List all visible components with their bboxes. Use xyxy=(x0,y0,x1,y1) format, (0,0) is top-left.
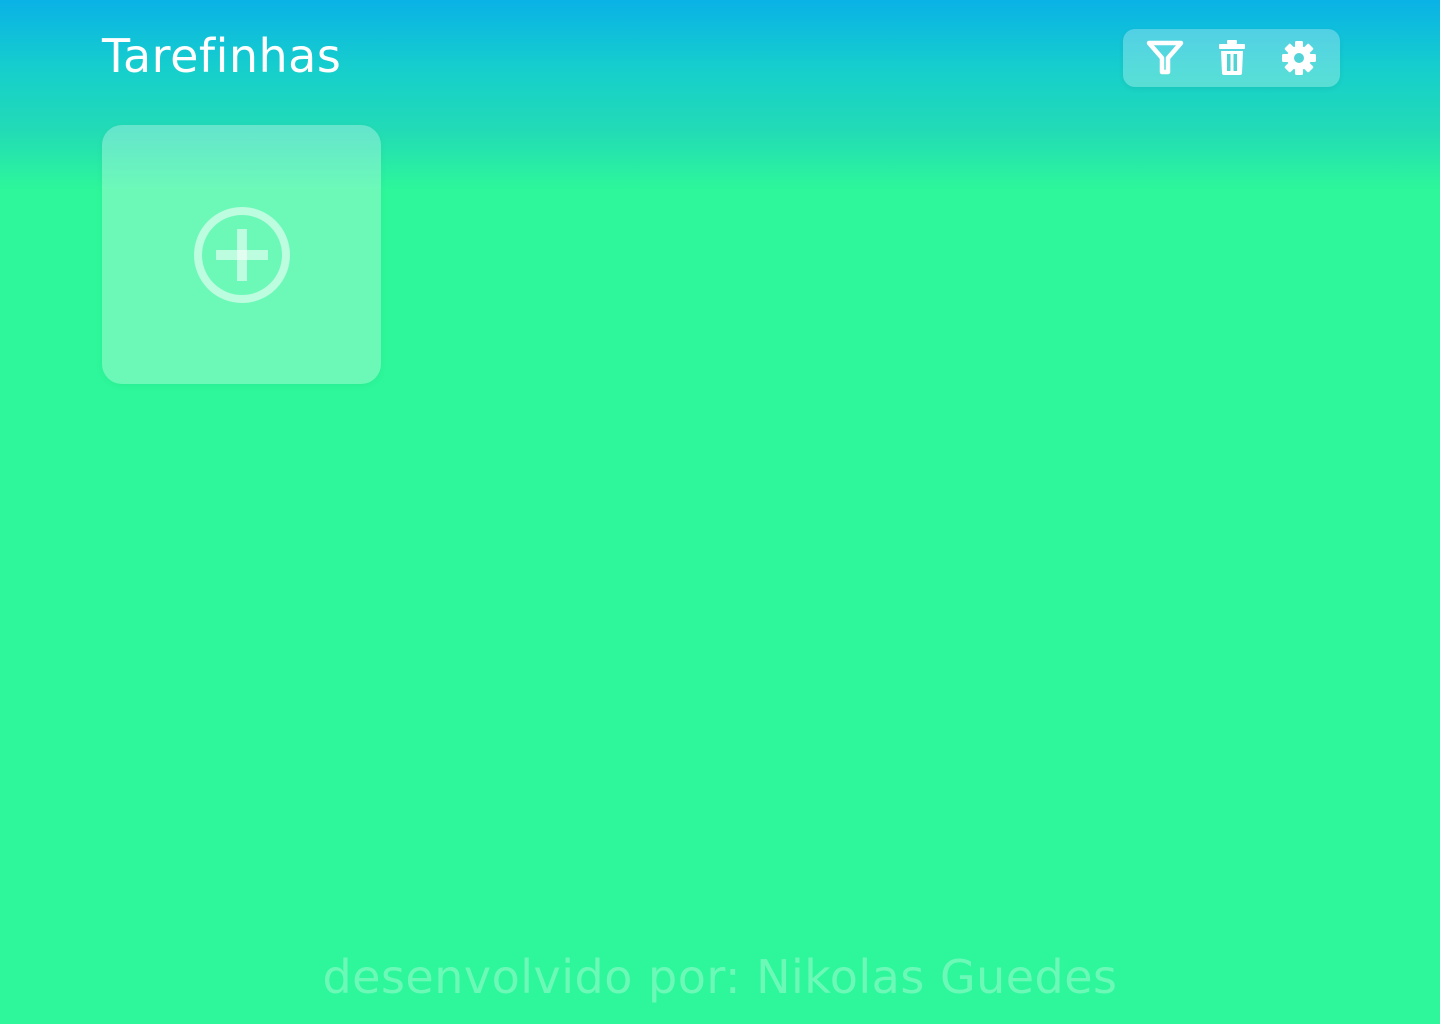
filter-button[interactable] xyxy=(1139,32,1191,84)
app-title: Tarefinhas xyxy=(102,29,342,83)
settings-button[interactable] xyxy=(1273,32,1325,84)
gear-icon xyxy=(1281,41,1316,75)
filter-icon xyxy=(1146,40,1183,75)
trash-icon xyxy=(1218,40,1245,75)
toolbar xyxy=(1123,29,1340,87)
delete-button[interactable] xyxy=(1206,32,1258,84)
footer-credit: desenvolvido por: Nikolas Guedes xyxy=(322,950,1118,1004)
plus-circle-icon xyxy=(193,206,290,303)
add-task-card[interactable] xyxy=(102,125,381,384)
